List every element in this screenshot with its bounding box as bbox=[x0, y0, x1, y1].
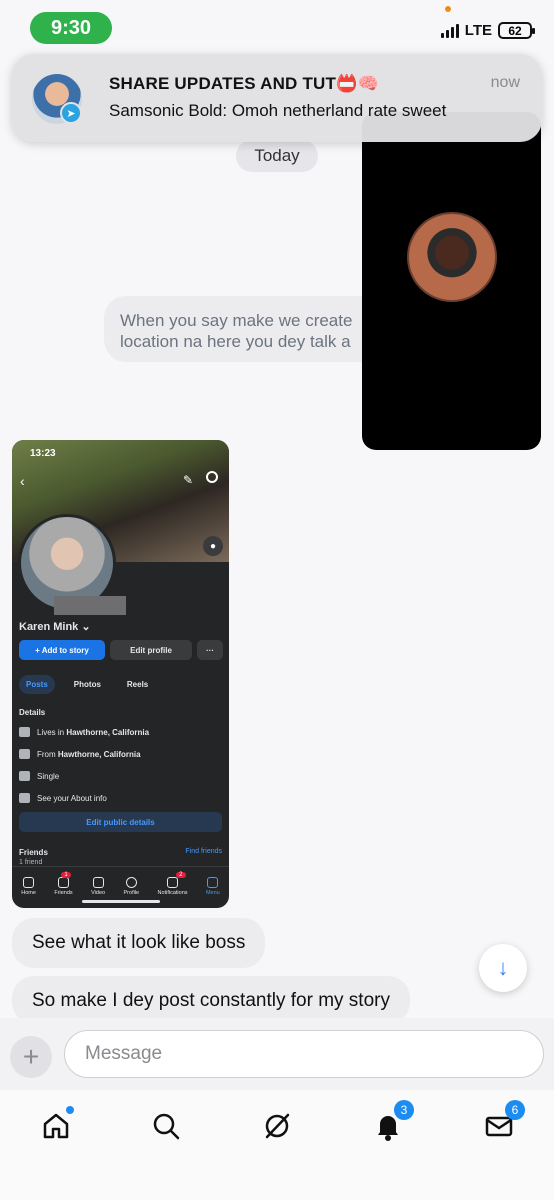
video-call-pip[interactable] bbox=[362, 112, 541, 450]
edit-profile-button: Edit profile bbox=[110, 640, 192, 660]
signal-icon bbox=[440, 23, 459, 38]
detail-relationship: Single bbox=[19, 771, 59, 781]
caller-avatar bbox=[407, 212, 497, 302]
shot-bottom-nav: Home 1 Friends Video Profile 2 Notificatio… bbox=[12, 866, 229, 896]
compose-bar: + bbox=[0, 1018, 554, 1090]
message-input[interactable] bbox=[64, 1030, 544, 1078]
telegram-icon: ➤ bbox=[60, 102, 82, 124]
edit-public-details-button: Edit public details bbox=[19, 812, 222, 832]
nav-grok[interactable] bbox=[257, 1106, 297, 1146]
notification-banner[interactable]: ➤ SHARE UPDATES AND TUT📛🧠 Samsonic Bold:… bbox=[12, 54, 542, 142]
notifications-badge: 2 bbox=[176, 872, 186, 878]
screen: 9:30 LTE 62 ➤ SHARE UPDATES AND TUT📛🧠 Sa… bbox=[0, 0, 554, 1200]
more-button: ··· bbox=[197, 640, 223, 660]
location-icon bbox=[19, 749, 30, 759]
search-icon bbox=[206, 471, 218, 483]
message-bubble[interactable]: When you say make we create location na … bbox=[104, 296, 404, 362]
home-icon bbox=[43, 1113, 69, 1139]
message-bubble[interactable]: See what it look like boss bbox=[12, 918, 266, 968]
profile-icon bbox=[125, 877, 137, 888]
friends-icon bbox=[58, 877, 69, 888]
details-heading: Details bbox=[19, 708, 46, 717]
shot-nav-notifications: 2 Notifications bbox=[157, 872, 188, 896]
attach-button[interactable]: + bbox=[10, 1036, 52, 1078]
home-unread-dot bbox=[66, 1106, 74, 1114]
find-friends-link: Find friends bbox=[185, 848, 222, 855]
shot-nav-friends: 1 Friends bbox=[54, 872, 73, 896]
video-icon bbox=[92, 877, 104, 888]
detail-from: From Hawthorne, California bbox=[19, 749, 141, 759]
ellipsis-icon bbox=[19, 793, 30, 803]
messages-badge: 6 bbox=[505, 1100, 525, 1120]
pencil-icon: ✎ bbox=[183, 473, 194, 487]
arrow-down-icon: ↓ bbox=[497, 955, 509, 980]
battery-icon: 62 bbox=[498, 22, 535, 39]
nav-messages[interactable]: 6 bbox=[479, 1100, 525, 1146]
home-indicator bbox=[82, 900, 160, 903]
message-bubble[interactable]: So make I dey post constantly for my sto… bbox=[12, 976, 410, 1024]
camera-icon: ● bbox=[203, 536, 223, 556]
profile-actions: + Add to story Edit profile ··· bbox=[19, 640, 223, 660]
privacy-indicator bbox=[445, 6, 451, 12]
message-text-line: When you say make we create bbox=[120, 311, 353, 330]
tab-photos: Photos bbox=[73, 680, 101, 689]
detail-lives-in: Lives in Hawthorne, California bbox=[19, 727, 149, 737]
back-icon: ‹ bbox=[20, 473, 25, 489]
shot-nav-menu: Menu bbox=[206, 877, 220, 896]
shot-nav-profile: Profile bbox=[124, 877, 139, 896]
friends-badge: 1 bbox=[61, 872, 71, 878]
network-label: LTE bbox=[464, 22, 492, 39]
day-separator: Today bbox=[236, 140, 318, 172]
notification-title: SHARE UPDATES AND TUT📛🧠 bbox=[109, 74, 379, 93]
search-icon bbox=[153, 1113, 180, 1140]
shot-status-time: 13:23 bbox=[30, 448, 56, 459]
status-time[interactable]: 9:30 bbox=[30, 12, 112, 44]
tab-reels: Reels bbox=[126, 680, 149, 689]
notifications-badge: 3 bbox=[394, 1100, 414, 1120]
shot-nav-video: Video bbox=[91, 877, 105, 896]
nav-search[interactable] bbox=[146, 1106, 186, 1146]
friends-count: 1 friend bbox=[19, 859, 43, 866]
bell-icon bbox=[167, 877, 179, 888]
bottom-nav: 3 6 bbox=[0, 1090, 554, 1200]
scroll-down-button[interactable]: ↓ bbox=[479, 944, 527, 992]
add-to-story-button: + Add to story bbox=[19, 640, 105, 660]
nav-home[interactable] bbox=[36, 1106, 76, 1146]
friends-heading: Friends bbox=[19, 848, 48, 857]
home-icon bbox=[23, 877, 35, 888]
home-icon bbox=[19, 727, 30, 737]
profile-name: Karen Mink ⌄ bbox=[19, 621, 91, 633]
redaction-block bbox=[54, 596, 126, 615]
profile-tabs: Posts Photos Reels bbox=[19, 675, 155, 694]
status-indicators: LTE 62 bbox=[440, 22, 535, 39]
menu-icon bbox=[207, 877, 219, 888]
shared-screenshot-image[interactable]: 13:23 ‹ ✎ ● Karen Mink ⌄ + Add to story … bbox=[12, 440, 229, 908]
grok-icon bbox=[265, 1113, 290, 1139]
message-text-line: location na here you dey talk a bbox=[120, 332, 351, 351]
plus-icon: + bbox=[22, 1041, 40, 1072]
notification-body: Samsonic Bold: Omoh netherland rate swee… bbox=[109, 101, 447, 120]
detail-about: See your About info bbox=[19, 793, 107, 803]
shot-nav-home: Home bbox=[21, 877, 36, 896]
tab-posts: Posts bbox=[19, 675, 55, 694]
nav-notifications[interactable]: 3 bbox=[368, 1100, 414, 1146]
notification-time: now bbox=[490, 74, 520, 91]
heart-icon bbox=[19, 771, 30, 781]
